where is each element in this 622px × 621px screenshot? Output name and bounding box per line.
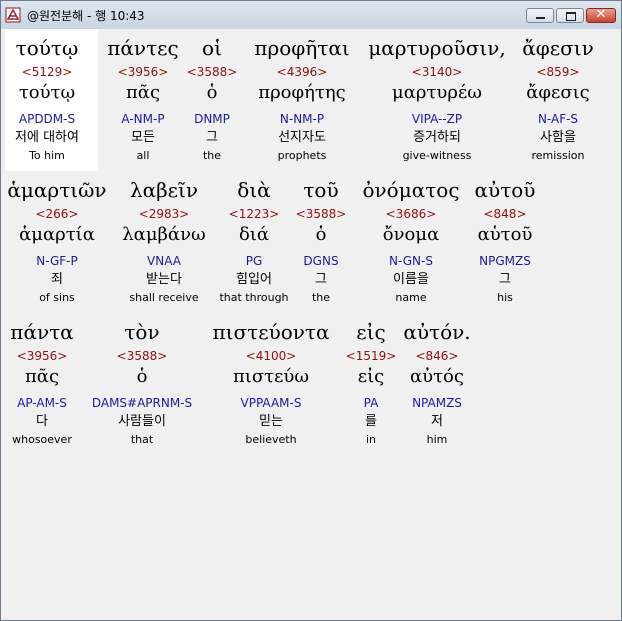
- lemma[interactable]: μαρτυρέω: [367, 83, 507, 103]
- parsing-code[interactable]: NPGMZS: [435, 254, 575, 268]
- parsing-code[interactable]: N-AF-S: [488, 112, 622, 126]
- greek-word[interactable]: μαρτυροῦσιν,: [367, 37, 507, 59]
- korean-gloss[interactable]: 그: [435, 272, 575, 287]
- parsing-code[interactable]: N-NM-P: [232, 112, 372, 126]
- strongs-number[interactable]: <846>: [367, 349, 507, 363]
- english-gloss[interactable]: him: [367, 433, 507, 446]
- lemma[interactable]: ὁ: [72, 367, 212, 387]
- korean-gloss[interactable]: 선지자도: [232, 130, 372, 145]
- greek-word[interactable]: τὸν: [72, 321, 212, 343]
- english-gloss[interactable]: remission: [488, 149, 622, 162]
- korean-gloss[interactable]: 사람들이: [72, 414, 212, 429]
- minimize-button[interactable]: [526, 8, 554, 23]
- english-gloss[interactable]: his: [435, 291, 575, 304]
- greek-word[interactable]: αὐτοῦ: [435, 179, 575, 201]
- app-window: @원전분해 - 행 10:43 ✕ τούτῳ <5129> τούτῳ APDDM-…: [0, 0, 622, 621]
- english-gloss[interactable]: that: [72, 433, 212, 446]
- app-icon[interactable]: [5, 7, 21, 23]
- korean-gloss[interactable]: 사함을: [488, 130, 622, 145]
- maximize-button[interactable]: [556, 8, 584, 23]
- lemma[interactable]: αὐτός: [367, 367, 507, 387]
- parsing-code[interactable]: NPAMZS: [367, 396, 507, 410]
- korean-gloss[interactable]: 증거하되: [367, 130, 507, 145]
- korean-gloss[interactable]: 저: [367, 414, 507, 429]
- lemma[interactable]: ἄφεσις: [488, 83, 622, 103]
- english-gloss[interactable]: prophets: [232, 149, 372, 162]
- english-gloss[interactable]: give-witness: [367, 149, 507, 162]
- parsing-code[interactable]: VIPA--ZP: [367, 112, 507, 126]
- interlinear-content[interactable]: τούτῳ <5129> τούτῳ APDDM-S 저에 대하여 To him πάντε…: [5, 29, 617, 615]
- greek-word[interactable]: αὐτόν.: [367, 321, 507, 343]
- strongs-number[interactable]: <3140>: [367, 65, 507, 79]
- strongs-number[interactable]: <3588>: [72, 349, 212, 363]
- strongs-number[interactable]: <848>: [435, 207, 575, 221]
- close-icon: ✕: [595, 7, 607, 22]
- lemma[interactable]: προφήτης: [232, 83, 372, 103]
- strongs-number[interactable]: <859>: [488, 65, 622, 79]
- close-button[interactable]: ✕: [586, 7, 616, 23]
- parsing-code[interactable]: DAMS#APRNM-S: [72, 396, 212, 410]
- lemma[interactable]: αὑτοῦ: [435, 225, 575, 245]
- title-bar[interactable]: @원전분해 - 행 10:43 ✕: [1, 1, 621, 29]
- strongs-number[interactable]: <4396>: [232, 65, 372, 79]
- window-title: @원전분해 - 행 10:43: [27, 9, 145, 23]
- greek-word[interactable]: ἄφεσιν: [488, 37, 622, 59]
- greek-word[interactable]: προφῆται: [232, 37, 372, 59]
